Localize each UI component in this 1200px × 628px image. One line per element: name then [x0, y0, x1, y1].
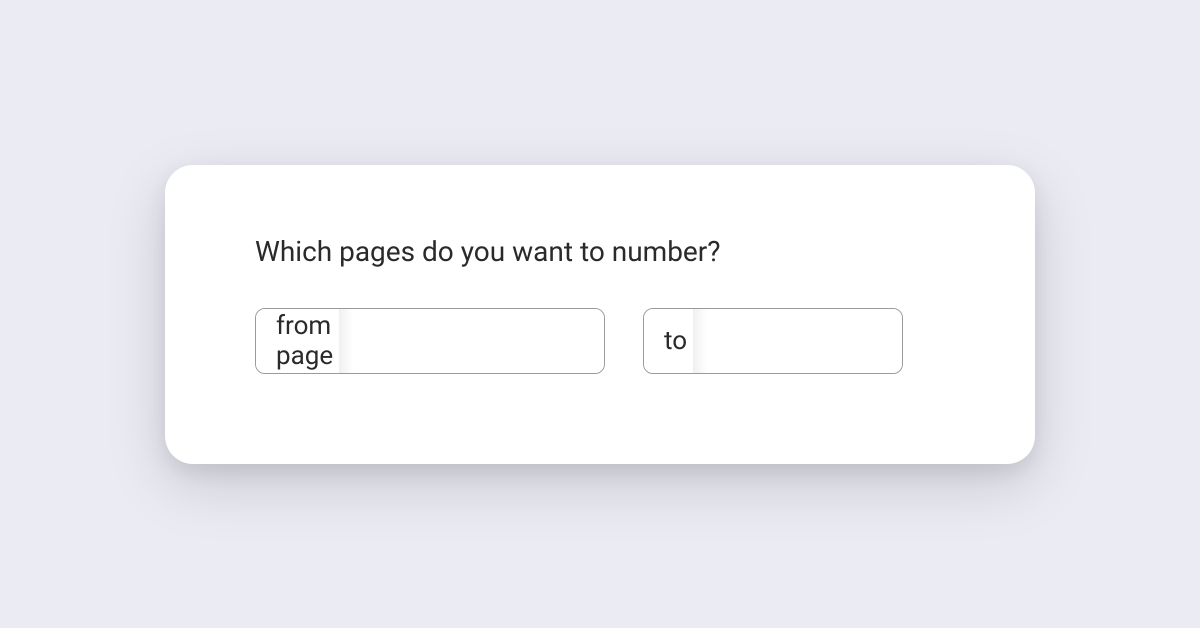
dialog-prompt: Which pages do you want to number?	[255, 235, 945, 268]
from-page-field: from page	[255, 308, 605, 374]
page-numbering-dialog: Which pages do you want to number? from …	[165, 165, 1035, 464]
from-page-input[interactable]	[353, 309, 605, 373]
from-page-label: from page	[256, 309, 353, 373]
page-range-fields: from page to	[255, 308, 945, 374]
to-page-field: to	[643, 308, 903, 374]
to-page-label: to	[644, 309, 707, 373]
to-page-input[interactable]	[707, 309, 903, 373]
